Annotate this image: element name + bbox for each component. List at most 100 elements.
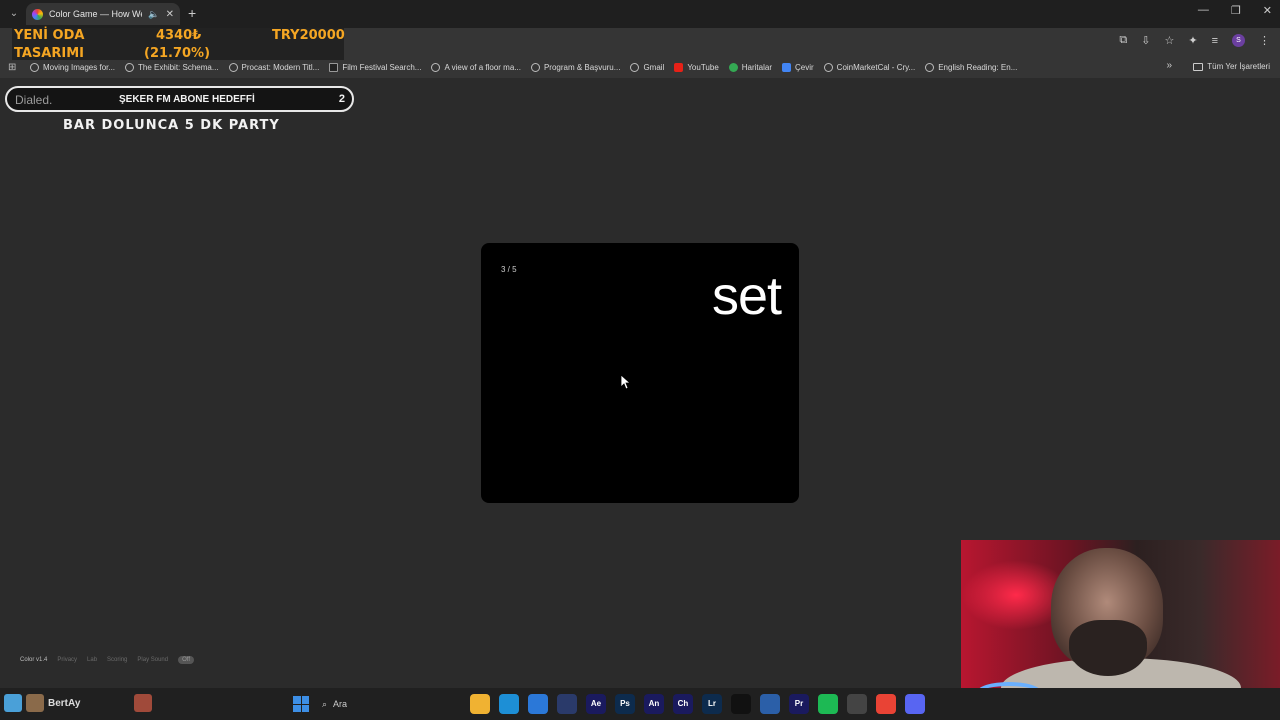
- maps-icon: [728, 62, 738, 72]
- bookmark-item[interactable]: Procast: Modern Titl...: [228, 62, 319, 72]
- bookmark-item[interactable]: English Reading: En...: [925, 62, 1017, 72]
- donation-goal-overlay: YENİ ODA TASARIMI 4340₺ (21.70%) TRY2000…: [12, 28, 345, 61]
- tab-color-game[interactable]: Color Game — How Well C... 🔈 ✕: [26, 3, 180, 25]
- globe-icon: [30, 62, 39, 72]
- color-card[interactable]: 3 / 5 set: [481, 243, 799, 503]
- store-icon[interactable]: [528, 694, 548, 714]
- edge-icon[interactable]: [499, 694, 519, 714]
- scoring-link[interactable]: Scoring: [107, 657, 127, 663]
- game-icon[interactable]: [134, 694, 153, 712]
- play-sound-link[interactable]: Play Sound: [137, 657, 168, 663]
- globe-icon: [125, 62, 135, 72]
- weather-icon[interactable]: [4, 694, 22, 712]
- menu-icon[interactable]: ⋮: [1259, 34, 1270, 47]
- davinci-icon[interactable]: [847, 694, 867, 714]
- color-wheel-icon: [32, 8, 43, 20]
- star-icon[interactable]: ☆: [1164, 34, 1174, 47]
- minimize-button[interactable]: —: [1198, 4, 1209, 17]
- folder-icon: [1193, 62, 1204, 71]
- globe-icon: [431, 62, 441, 72]
- close-icon[interactable]: ✕: [166, 9, 174, 20]
- translate-icon: [782, 62, 791, 72]
- globe-icon: [823, 62, 833, 72]
- tab-search-icon[interactable]: ⌄: [6, 6, 22, 22]
- maximize-button[interactable]: ❐: [1231, 4, 1241, 17]
- search-placeholder: Ara: [333, 699, 348, 709]
- sub-goal-bar: Dialed. ŞEKER FM ABONE HEDEFFİ 2: [5, 86, 354, 112]
- tab-strip: ⌄ Color Game — How Well C... 🔈 ✕ + — ❐ ✕: [0, 0, 1280, 28]
- bookmark-item[interactable]: CoinMarketCal - Cry...: [823, 62, 915, 72]
- close-window-button[interactable]: ✕: [1263, 4, 1272, 17]
- tab-title: Color Game — How Well C...: [49, 9, 142, 19]
- bookmark-item[interactable]: Moving Images for...: [30, 62, 115, 72]
- goal-percent: (21.70%): [144, 46, 211, 61]
- goal-target: TRY20000: [272, 28, 345, 43]
- bookmark-item[interactable]: Gmail: [630, 62, 664, 72]
- vectorworks-icon[interactable]: [731, 694, 751, 714]
- start-button[interactable]: [293, 696, 309, 712]
- bookmark-item[interactable]: Çevir: [782, 62, 814, 72]
- lab-link[interactable]: Lab: [87, 657, 97, 663]
- mouse-cursor-icon: [620, 374, 632, 394]
- spotify-icon[interactable]: [818, 694, 838, 714]
- taskbar: BertAy ⌕ Ara Ae Ps An Ch Lr Pr: [0, 688, 1280, 720]
- window-controls: — ❐ ✕: [1198, 4, 1272, 17]
- sub-goal-label: ŞEKER FM ABONE HEDEFFİ: [119, 94, 255, 105]
- goal-label-line1: YENİ ODA: [14, 28, 85, 43]
- goal-label-line2: TASARIMI: [14, 46, 84, 61]
- animate-icon[interactable]: An: [644, 694, 664, 714]
- speaker-icon[interactable]: 🔈: [148, 9, 159, 20]
- taskbar-user-label: BertAy: [48, 697, 81, 709]
- goal-amount: 4340₺: [156, 28, 202, 43]
- blender-icon[interactable]: [760, 694, 780, 714]
- round-counter: 3 / 5: [501, 265, 517, 274]
- chevron-right-icon[interactable]: »: [1166, 60, 1172, 71]
- taskbar-apps: Ae Ps An Ch Lr Pr: [470, 694, 925, 714]
- cinema4d-icon[interactable]: [557, 694, 577, 714]
- version-label: Color v1.4: [20, 657, 48, 663]
- page-footer: Color v1.4 Privacy Lab Scoring Play Soun…: [20, 656, 194, 664]
- globe-icon: [630, 62, 640, 72]
- bookmark-item[interactable]: YouTube: [674, 62, 719, 72]
- install-icon[interactable]: ⇩: [1141, 34, 1150, 47]
- lightroom-icon[interactable]: Lr: [702, 694, 722, 714]
- toolbar-icons: ⧉ ⇩ ☆ ✦ ≡ S ⋮: [1119, 34, 1270, 47]
- media-icon[interactable]: ≡: [1212, 35, 1218, 47]
- privacy-link[interactable]: Privacy: [57, 657, 77, 663]
- bookmark-item[interactable]: A view of a floor ma...: [431, 62, 521, 72]
- character-animator-icon[interactable]: Ch: [673, 694, 693, 714]
- taskbar-left: BertAy: [4, 694, 153, 712]
- search-icon: ⌕: [322, 698, 328, 709]
- screen: ⌄ Color Game — How Well C... 🔈 ✕ + — ❐ ✕…: [0, 0, 1280, 720]
- widget-icon[interactable]: [26, 694, 44, 712]
- sub-goal-count: 2: [338, 93, 345, 105]
- globe-icon: [925, 62, 935, 72]
- apps-grid-icon[interactable]: ⊞: [8, 62, 30, 73]
- card-word: set: [711, 266, 782, 326]
- premiere-icon[interactable]: Pr: [789, 694, 809, 714]
- file-explorer-icon[interactable]: [470, 694, 490, 714]
- extensions-icon[interactable]: ✦: [1188, 34, 1197, 47]
- globe-icon: [228, 62, 238, 72]
- bookmark-item[interactable]: The Exhibit: Schema...: [125, 62, 219, 72]
- party-text: BAR DOLUNCA 5 DK PARTY: [63, 118, 280, 133]
- translate-icon[interactable]: ⧉: [1119, 34, 1127, 47]
- webcam-person-beard: [1069, 620, 1147, 676]
- all-bookmarks-button[interactable]: Tüm Yer İşaretleri: [1193, 62, 1270, 71]
- discord-icon[interactable]: [905, 694, 925, 714]
- profile-avatar[interactable]: S: [1232, 34, 1245, 47]
- chrome-icon[interactable]: [876, 694, 896, 714]
- sound-toggle[interactable]: Off: [178, 656, 194, 664]
- taskbar-search[interactable]: ⌕ Ara: [322, 695, 462, 713]
- after-effects-icon[interactable]: Ae: [586, 694, 606, 714]
- photoshop-icon[interactable]: Ps: [615, 694, 635, 714]
- bookmark-item[interactable]: Haritalar: [728, 62, 772, 72]
- dialed-logo: Dialed.: [15, 93, 53, 107]
- bookmark-item[interactable]: Film Festival Search...: [329, 62, 421, 72]
- bookmark-item[interactable]: Program & Başvuru...: [530, 62, 620, 72]
- globe-icon: [530, 62, 540, 72]
- film-icon: [329, 62, 339, 72]
- youtube-icon: [674, 62, 684, 72]
- webcam-overlay: [961, 540, 1280, 688]
- new-tab-button[interactable]: +: [188, 5, 196, 21]
